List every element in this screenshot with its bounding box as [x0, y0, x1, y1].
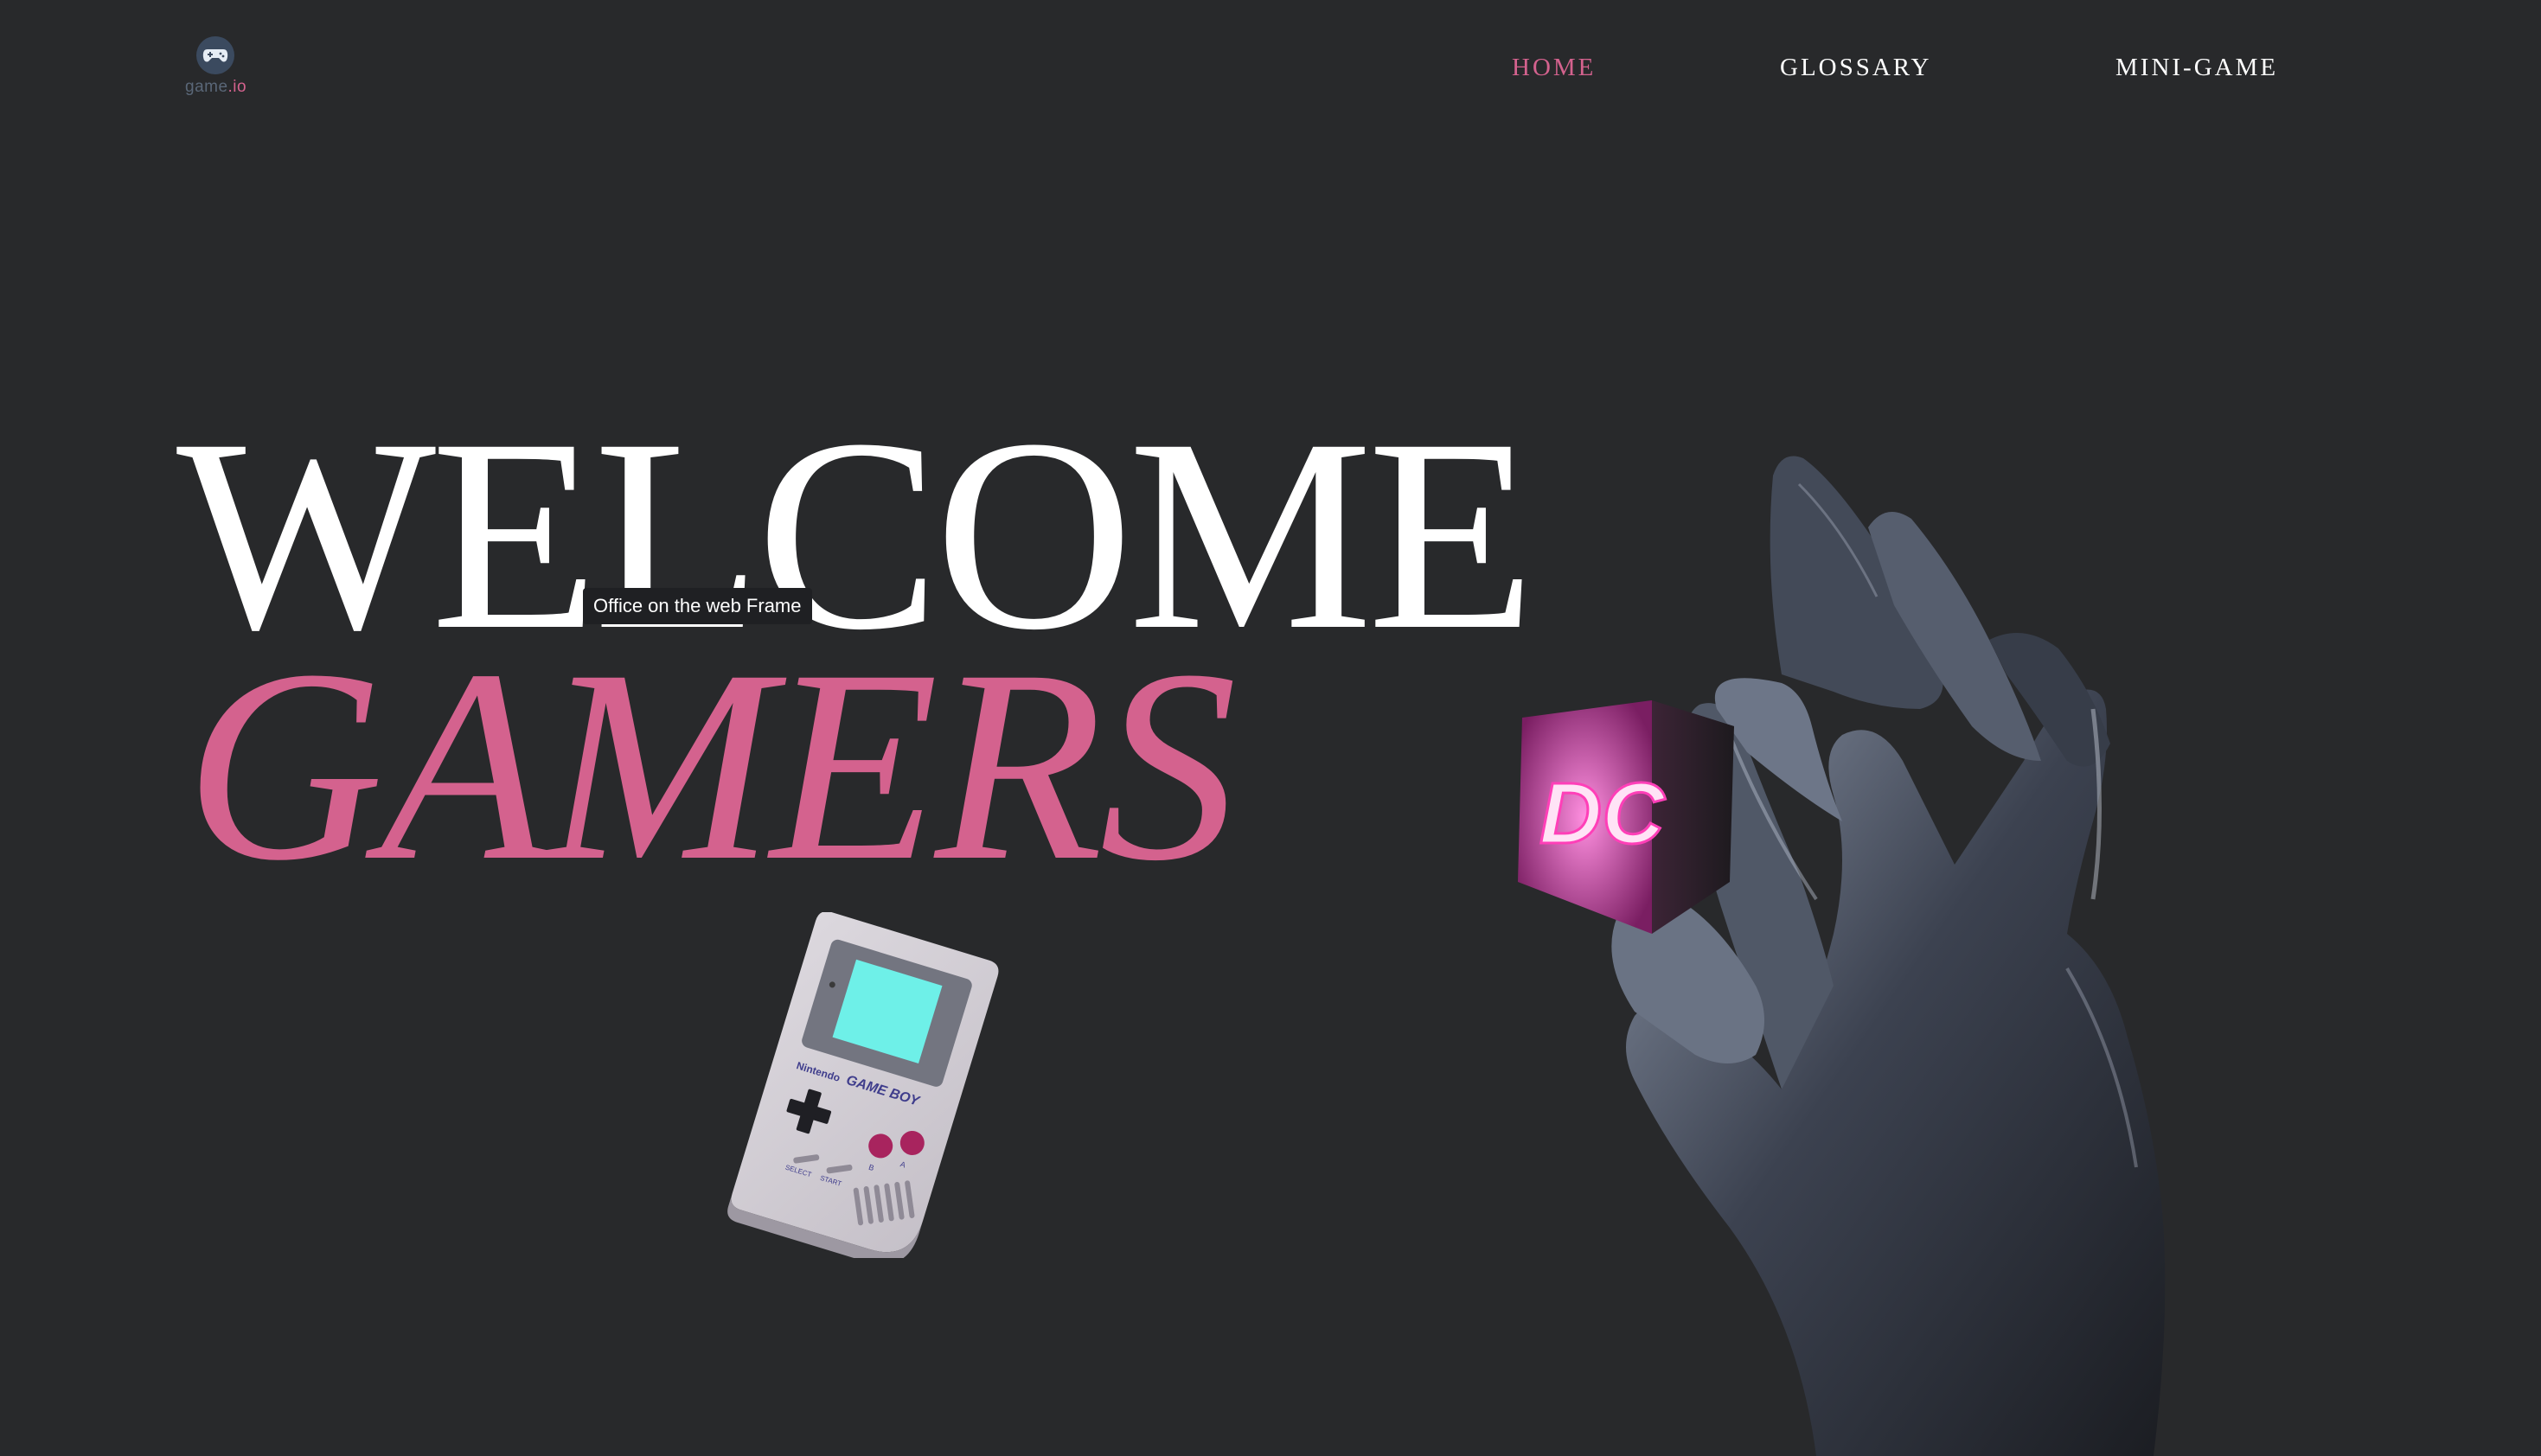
gameboy-image: Nintendo GAME BOY B A SELECT START [701, 911, 1029, 1265]
hand-with-cube-image: DC [1470, 450, 2214, 1456]
hero-title-gamers: GAMERS [185, 613, 1237, 917]
frame-tooltip: Office on the web Frame [583, 588, 812, 624]
logo-text-accent: .io [227, 78, 247, 96]
cube-label: DC [1539, 765, 1666, 862]
nav-home[interactable]: HOME [1512, 54, 1596, 88]
logo-text-main: game [185, 78, 228, 96]
nav-glossary[interactable]: GLOSSARY [1780, 54, 1932, 88]
logo[interactable]: game.io [182, 36, 251, 105]
nav-mini-game[interactable]: MINI-GAME [2115, 54, 2278, 88]
gamepad-icon [196, 36, 234, 74]
logo-text: game.io [185, 78, 246, 97]
